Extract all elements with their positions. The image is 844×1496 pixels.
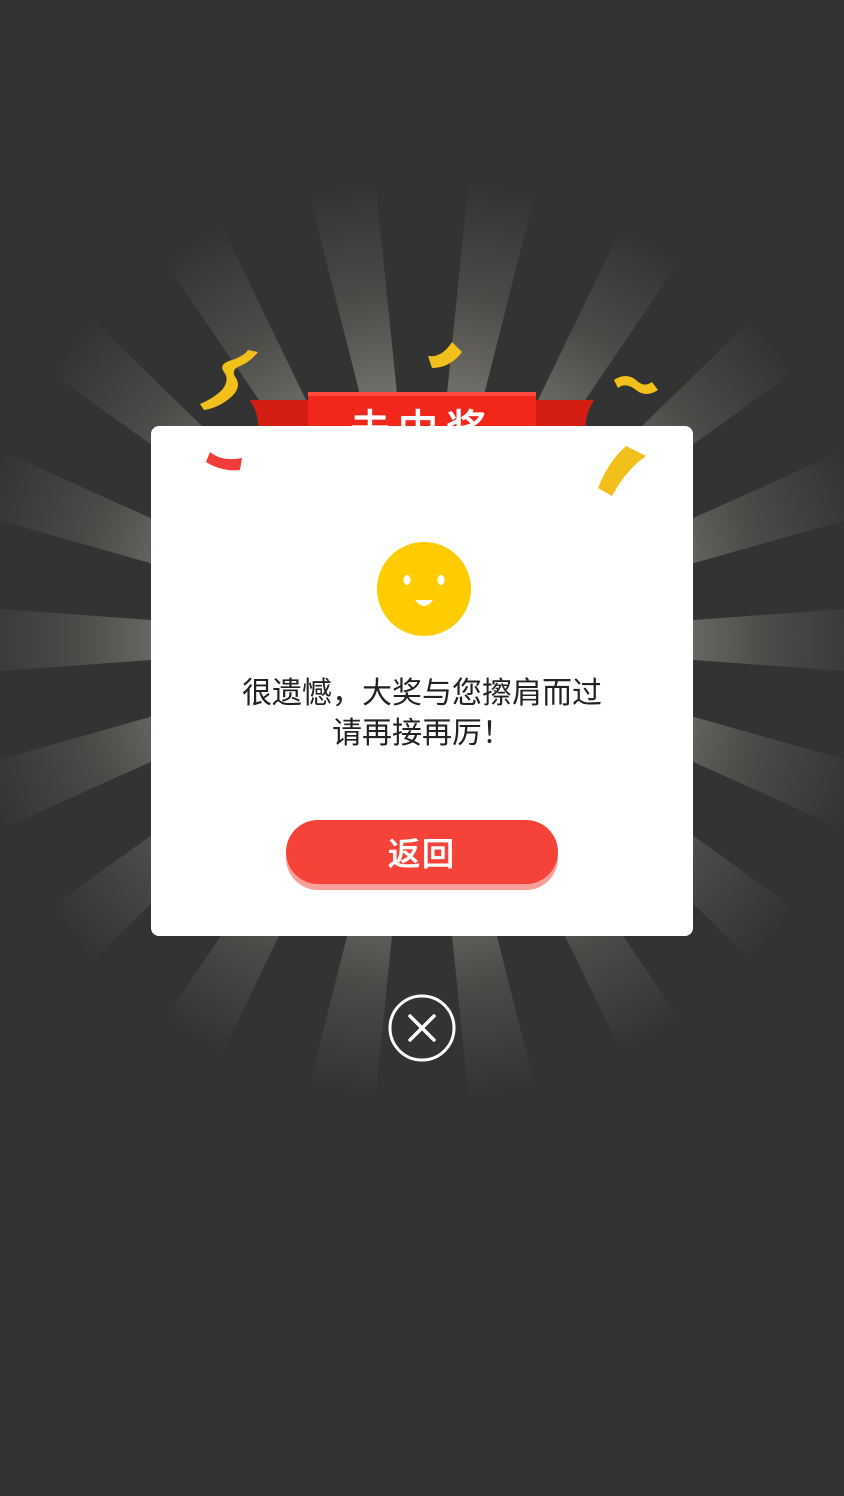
result-message: 很遗憾，大奖与您擦肩而过 请再接再厉！ (151, 674, 693, 754)
message-line-1: 很遗憾，大奖与您擦肩而过 (242, 676, 602, 711)
lottery-result-screen: 很遗憾，大奖与您擦肩而过 请再接再厉！ 返回 未中奖 (0, 0, 844, 1496)
result-dialog: 很遗憾，大奖与您擦肩而过 请再接再厉！ 返回 (151, 426, 693, 936)
message-line-2: 请再接再厉！ (332, 716, 512, 751)
smiley-face-icon (377, 542, 471, 636)
dialog-title: 未中奖 (350, 406, 494, 453)
close-circle-icon[interactable] (388, 994, 456, 1062)
back-button[interactable]: 返回 (286, 820, 558, 884)
